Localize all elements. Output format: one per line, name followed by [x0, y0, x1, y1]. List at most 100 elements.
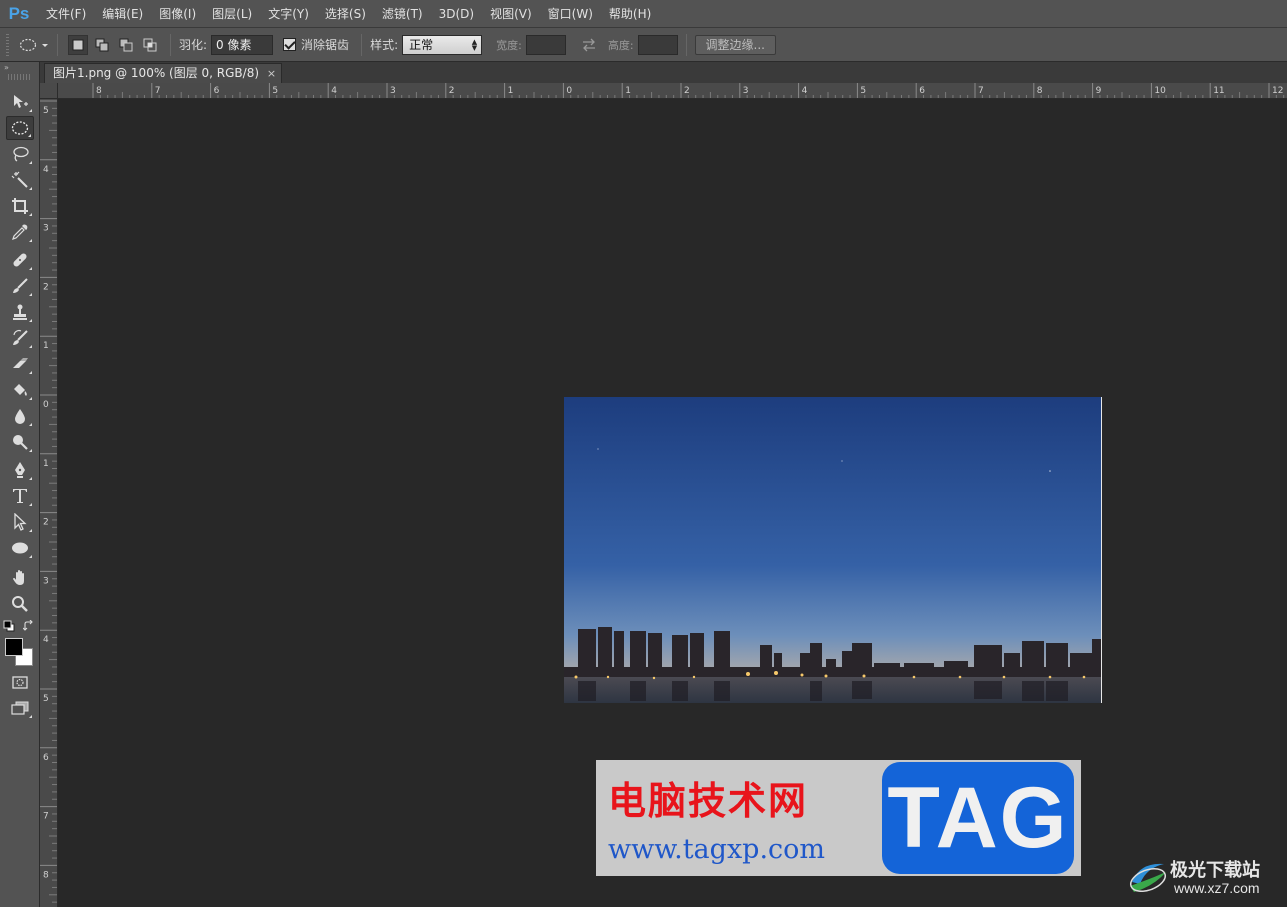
default-colors-icon[interactable]	[3, 620, 15, 632]
feather-input[interactable]: 0 像素	[211, 34, 274, 55]
document-tab-title: 图片1.png @ 100% (图层 0, RGB/8)	[53, 66, 260, 80]
tool-path-selection[interactable]	[6, 510, 34, 534]
menu-filter[interactable]: 滤镜(T)	[374, 0, 431, 28]
intersect-selection-button[interactable]	[140, 35, 160, 55]
refine-edge-button[interactable]: 调整边缘...	[694, 34, 776, 55]
submenu-corner-icon	[29, 187, 32, 190]
submenu-corner-icon	[29, 267, 32, 270]
tool-eraser[interactable]	[6, 352, 34, 376]
tool-healing-brush[interactable]	[6, 248, 34, 272]
divider	[57, 33, 58, 56]
tool-blur[interactable]	[6, 404, 34, 428]
arrow-icon	[14, 513, 27, 531]
width-input[interactable]	[525, 34, 566, 55]
tool-crop[interactable]	[6, 194, 34, 218]
bandage-icon	[13, 253, 27, 267]
submenu-corner-icon	[29, 715, 32, 718]
height-input[interactable]	[637, 34, 678, 55]
menu-file[interactable]: 文件(F)	[38, 0, 94, 28]
divider	[685, 33, 687, 56]
document-tab[interactable]: 图片1.png @ 100% (图层 0, RGB/8) ×	[44, 63, 283, 83]
document-image[interactable]	[564, 397, 1102, 703]
collapse-panel-icon[interactable]: »	[0, 62, 39, 72]
close-icon[interactable]: ×	[267, 64, 276, 83]
subtract-selection-button[interactable]	[116, 35, 136, 55]
submenu-corner-icon	[29, 449, 32, 452]
tool-brush[interactable]	[6, 274, 34, 298]
zoom-icon	[12, 596, 28, 612]
tool-elliptical-marquee[interactable]	[6, 116, 34, 140]
ruler-label: 7	[978, 86, 984, 96]
swap-arrows-icon[interactable]	[580, 38, 598, 52]
submenu-corner-icon	[29, 371, 32, 374]
lasso-icon	[13, 146, 29, 162]
ruler-label: 6	[43, 753, 49, 763]
menu-image[interactable]: 图像(I)	[151, 0, 204, 28]
width-label: 宽度:	[496, 38, 522, 52]
app-logo: Ps	[8, 3, 30, 23]
height-label: 高度:	[607, 38, 634, 52]
ruler-label: 3	[743, 86, 749, 96]
menu-select[interactable]: 选择(S)	[317, 0, 374, 28]
ruler-label: 7	[155, 86, 161, 96]
brush-icon	[13, 278, 28, 293]
tool-move[interactable]	[6, 90, 34, 114]
watermark-banner: 电脑技术网 www.tagxp.com TAG	[596, 760, 1081, 876]
new-selection-button[interactable]	[68, 34, 88, 55]
ruler-label: 12	[1272, 86, 1283, 96]
ruler-label: 2	[449, 86, 455, 96]
tool-preset-picker[interactable]	[19, 38, 49, 52]
ellipse-marquee-icon	[11, 121, 29, 135]
vertical-ruler[interactable]: 5 4 3 2 1 0 1 2 3 4 5 6 7 8	[40, 99, 58, 907]
submenu-corner-icon	[29, 345, 32, 348]
tools-panel: »	[0, 62, 40, 907]
menu-window[interactable]: 窗口(W)	[540, 0, 601, 28]
tool-paint-bucket[interactable]	[6, 378, 34, 402]
hand-icon	[13, 570, 24, 585]
screen-mode-button[interactable]	[6, 696, 34, 720]
pen-icon	[15, 462, 25, 478]
ruler-label: 4	[43, 165, 49, 175]
ruler-label: 11	[1213, 86, 1224, 96]
submenu-corner-icon	[29, 555, 32, 558]
ruler-label: 2	[684, 86, 690, 96]
ruler-label: 8	[43, 870, 49, 880]
ruler-label: 2	[43, 282, 49, 292]
tool-pen[interactable]	[6, 458, 34, 482]
tool-zoom[interactable]	[6, 592, 34, 616]
tool-lasso[interactable]	[6, 142, 34, 166]
ruler-label: 8	[1037, 86, 1043, 96]
menu-3d[interactable]: 3D(D)	[431, 0, 482, 28]
tool-ellipse-shape[interactable]	[6, 536, 34, 560]
updown-arrows-icon: ▲ ▼	[471, 37, 478, 52]
add-selection-button[interactable]	[92, 35, 112, 55]
menu-layer[interactable]: 图层(L)	[204, 0, 260, 28]
ruler-origin[interactable]	[40, 83, 58, 99]
corner-watermark-name: 极光下载站	[1170, 860, 1260, 881]
menu-edit[interactable]: 编辑(E)	[94, 0, 151, 28]
horizontal-ruler[interactable]: 8 7 6 5 4 3 2 1 0 1 2 3 4 5 6 7 8 9 10 11 12	[58, 83, 1287, 99]
swap-colors-icon[interactable]	[23, 620, 35, 632]
tool-history-brush[interactable]	[6, 326, 34, 350]
options-grip[interactable]	[6, 33, 9, 56]
tool-type[interactable]	[6, 484, 34, 508]
tool-clone-stamp[interactable]	[6, 300, 34, 324]
menu-type[interactable]: 文字(Y)	[260, 0, 317, 28]
menu-view[interactable]: 视图(V)	[482, 0, 540, 28]
tool-magic-wand[interactable]	[6, 168, 34, 192]
quick-mask-button[interactable]	[6, 670, 34, 694]
tool-dodge[interactable]	[6, 430, 34, 454]
document-tabs: 图片1.png @ 100% (图层 0, RGB/8) ×	[40, 62, 1287, 83]
style-select[interactable]: 正常 ▲ ▼	[402, 34, 483, 55]
quick-mask-icon	[12, 676, 28, 689]
ruler-label: 6	[919, 86, 925, 96]
stamp-icon	[13, 304, 27, 320]
panel-grip[interactable]	[8, 74, 31, 80]
tool-hand[interactable]	[6, 566, 34, 590]
foreground-color-swatch[interactable]	[5, 638, 23, 656]
antialias-checkbox[interactable]: 消除锯齿	[283, 36, 353, 53]
ruler-label: 3	[43, 576, 49, 586]
tool-eyedropper[interactable]	[6, 220, 34, 244]
photoshop-window: Ps 文件(F) 编辑(E) 图像(I) 图层(L) 文字(Y) 选择(S) 滤…	[0, 0, 1287, 907]
menu-help[interactable]: 帮助(H)	[601, 0, 659, 28]
